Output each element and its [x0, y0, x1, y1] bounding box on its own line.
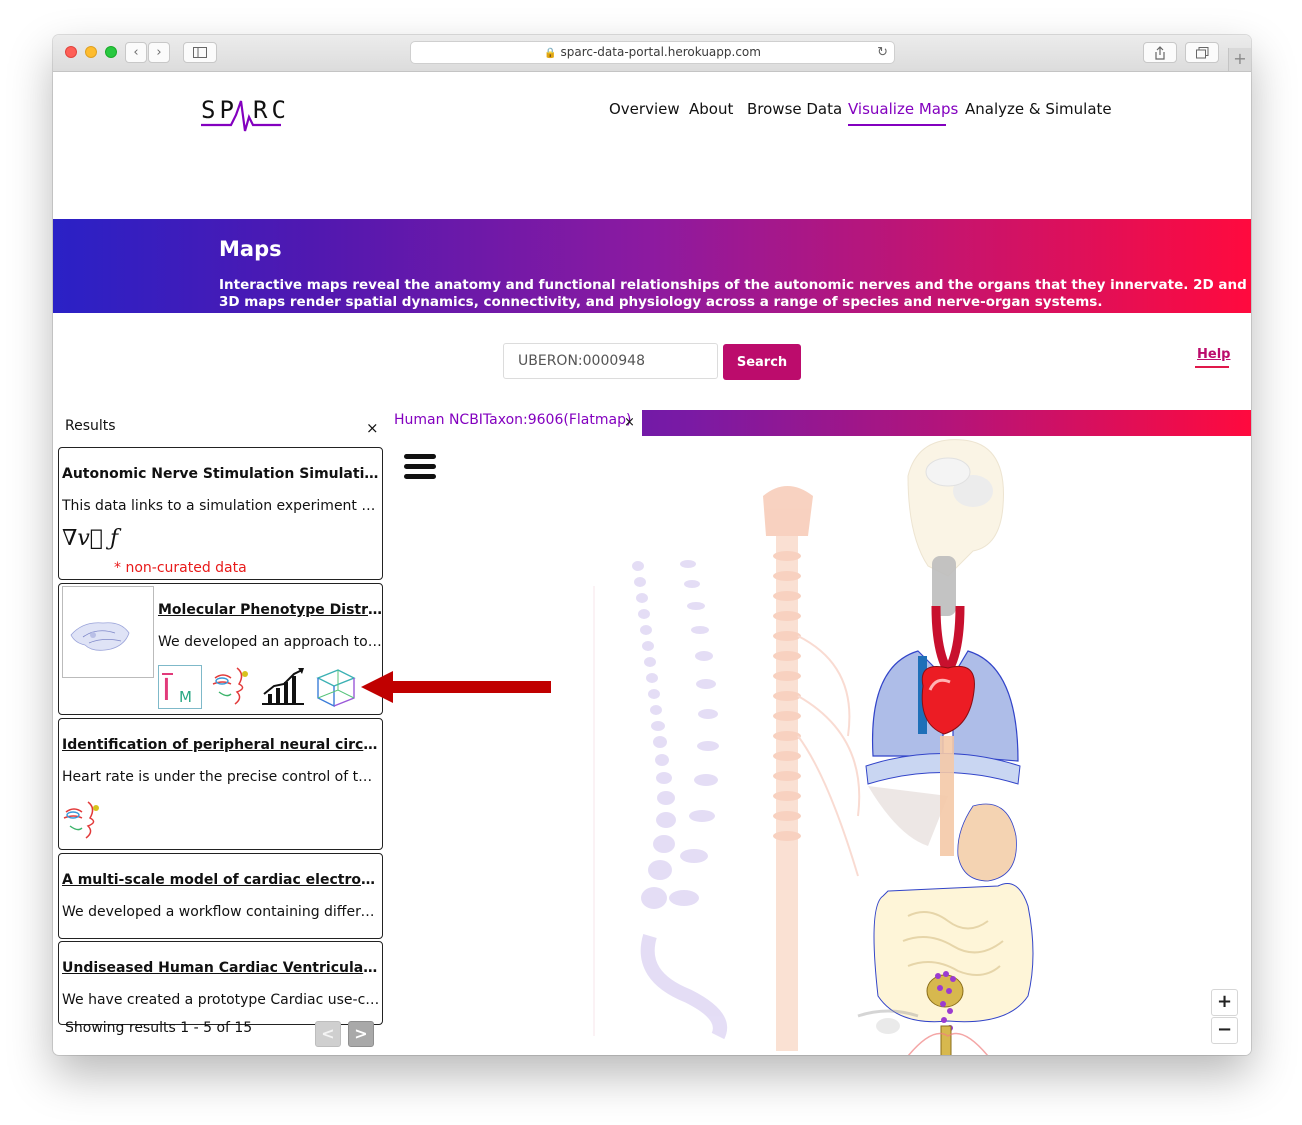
nav-overview[interactable]: Overview — [609, 100, 680, 118]
minimize-window-button[interactable] — [85, 46, 97, 58]
result-card[interactable]: Undiseased Human Cardiac Ventricular Cel… — [58, 941, 383, 1025]
page-description: Interactive maps reveal the anatomy and … — [219, 277, 1247, 310]
browser-toolbar: ‹ › 🔒 sparc-data-portal.herokuapp.com ↻ + — [53, 35, 1251, 72]
result-description: We developed an approach to a... — [158, 634, 382, 650]
reload-icon[interactable]: ↻ — [877, 42, 888, 63]
plot-chart-icon[interactable] — [260, 664, 306, 714]
sidebar-icon — [193, 47, 207, 58]
new-tab-button[interactable]: + — [1228, 48, 1251, 71]
search-input[interactable] — [503, 343, 718, 379]
nav-about[interactable]: About — [689, 100, 733, 118]
annotation-arrow-icon — [361, 671, 551, 703]
non-curated-label: * non-curated data — [114, 560, 247, 576]
3d-model-icon[interactable] — [312, 664, 358, 714]
help-link[interactable]: Help — [1197, 347, 1230, 362]
maximize-window-button[interactable] — [105, 46, 117, 58]
prev-page-button[interactable]: < — [315, 1021, 341, 1047]
result-title[interactable]: A multi-scale model of cardiac electroph… — [62, 872, 380, 888]
svg-text:I: I — [162, 673, 171, 708]
result-description: We have created a prototype Cardiac use-… — [62, 992, 380, 1008]
address-bar[interactable]: 🔒 sparc-data-portal.herokuapp.com ↻ — [410, 41, 895, 64]
active-nav-indicator — [848, 124, 946, 126]
share-button[interactable] — [1143, 42, 1177, 63]
zoom-in-button[interactable]: + — [1211, 989, 1238, 1016]
nav-visualize-maps[interactable]: Visualize Maps — [848, 100, 958, 118]
results-title: Results — [65, 418, 116, 434]
results-count: Showing results 1 - 5 of 15 — [65, 1020, 253, 1036]
result-card[interactable]: Molecular Phenotype Distributio... We de… — [58, 583, 383, 715]
help-underline — [1195, 366, 1229, 368]
nav-browse-data[interactable]: Browse Data — [747, 100, 842, 118]
svg-text:M: M — [179, 688, 192, 706]
sparc-logo-icon: SP RC — [201, 96, 290, 132]
forward-button[interactable]: › — [148, 42, 170, 63]
chevron-left-icon: ‹ — [133, 45, 139, 60]
map-tab[interactable]: Human NCBITaxon:9606(Flatmap) × — [388, 410, 642, 436]
url-text: sparc-data-portal.herokuapp.com — [560, 45, 761, 59]
result-card[interactable]: A multi-scale model of cardiac electroph… — [58, 853, 383, 939]
human-body-flatmap[interactable] — [388, 436, 1251, 1055]
result-description: We developed a workflow containing diffe… — [62, 904, 380, 920]
scaffold-face-icon[interactable] — [60, 798, 106, 848]
result-card[interactable]: Identification of peripheral neural circ… — [58, 718, 383, 850]
close-results-button[interactable]: × — [366, 419, 379, 437]
simulation-icon[interactable]: ∇v⃗ ƒ — [62, 526, 118, 551]
result-title[interactable]: Molecular Phenotype Distributio... — [158, 602, 382, 618]
result-description: Heart rate is under the precise control … — [62, 769, 380, 785]
share-icon — [1155, 46, 1165, 60]
back-button[interactable]: ‹ — [125, 42, 147, 63]
sidebar-toggle-button[interactable] — [183, 42, 217, 63]
tabs-overview-button[interactable] — [1185, 42, 1219, 63]
close-window-button[interactable] — [65, 46, 77, 58]
scaffold-face-icon[interactable] — [209, 664, 255, 714]
flatmap-canvas[interactable]: + − — [388, 436, 1251, 1055]
zoom-out-button[interactable]: − — [1211, 1017, 1238, 1044]
next-page-button[interactable]: > — [348, 1021, 374, 1047]
browser-window: ‹ › 🔒 sparc-data-portal.herokuapp.com ↻ +… — [53, 35, 1251, 1055]
map-tab-bar: Human NCBITaxon:9606(Flatmap) × — [388, 410, 1251, 436]
result-title[interactable]: Autonomic Nerve Stimulation Simulation — [62, 466, 380, 482]
result-description: This data links to a simulation experime… — [62, 498, 380, 514]
search-button[interactable]: Search — [723, 344, 801, 380]
tabs-icon — [1195, 47, 1208, 59]
close-map-tab-button[interactable]: × — [624, 415, 635, 430]
chevron-right-icon: › — [156, 45, 162, 60]
result-card[interactable]: Autonomic Nerve Stimulation Simulation T… — [58, 447, 383, 580]
maps-hero-banner: Maps Interactive maps reveal the anatomy… — [53, 219, 1251, 313]
map-tab-label[interactable]: Human NCBITaxon:9606(Flatmap) — [394, 412, 631, 428]
page-title: Maps — [219, 237, 282, 261]
svg-text:RC: RC — [253, 96, 290, 124]
brain-scan-image — [70, 622, 130, 651]
nav-analyze-simulate[interactable]: Analyze & Simulate — [965, 100, 1112, 118]
result-title[interactable]: Identification of peripheral neural circ… — [62, 737, 380, 753]
lock-icon: 🔒 — [544, 48, 557, 59]
image-viewer-icon[interactable]: IM — [158, 665, 202, 709]
result-title[interactable]: Undiseased Human Cardiac Ventricular Cel… — [62, 960, 380, 976]
dataset-thumbnail[interactable] — [62, 586, 154, 678]
